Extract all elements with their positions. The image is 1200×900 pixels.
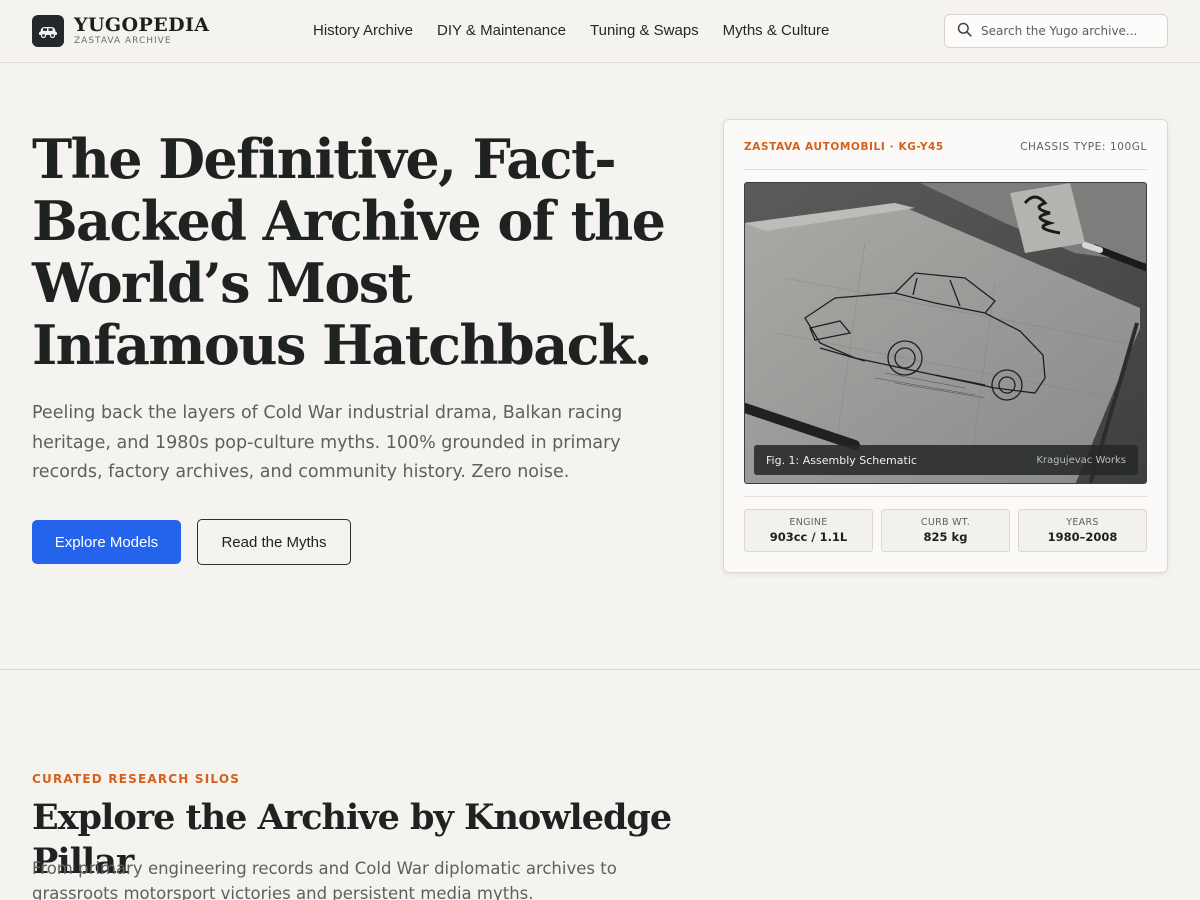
main-nav: History Archive DIY & Maintenance Tuning…	[313, 21, 853, 41]
caption-title: Fig. 1: Assembly Schematic	[766, 453, 917, 467]
assembly-schematic-image: Fig. 1: Assembly Schematic Kragujevac Wo…	[744, 182, 1147, 484]
brand-name: YUGOPEDIA	[74, 13, 210, 36]
search-input[interactable]	[981, 24, 1161, 38]
search-box[interactable]	[944, 14, 1168, 48]
spec-label: CURB WT.	[920, 517, 971, 528]
car-icon	[32, 15, 64, 47]
hero-description: Peeling back the layers of Cold War indu…	[32, 403, 623, 482]
spec-engine: ENGINE 903cc / 1.1L	[744, 509, 873, 552]
brand-tagline: ZASTAVA ARCHIVE	[74, 35, 172, 46]
spec-list: ENGINE 903cc / 1.1L CURB WT. 825 kg YEAR…	[744, 509, 1147, 552]
card-divider	[744, 169, 1147, 170]
top-navbar: YUGOPEDIA ZASTAVA ARCHIVE History Archiv…	[0, 0, 1200, 63]
card-maker-label: ZASTAVA AUTOMOBILI · KG-Y45	[744, 141, 944, 153]
nav-tuning-swaps[interactable]: Tuning & Swaps	[590, 21, 699, 41]
search-icon	[957, 22, 972, 41]
nav-history-archive[interactable]: History Archive	[313, 21, 413, 41]
figure-caption: Fig. 1: Assembly Schematic Kragujevac Wo…	[754, 445, 1138, 475]
brand-link[interactable]: YUGOPEDIA ZASTAVA ARCHIVE	[32, 15, 209, 47]
nav-myths-culture[interactable]: Myths & Culture	[723, 21, 830, 41]
explore-models-button[interactable]: Explore Models	[32, 520, 181, 564]
card-chassis-label: CHASSIS TYPE: 100GL	[1020, 141, 1147, 153]
section-eyebrow: CURATED RESEARCH SILOS	[32, 772, 241, 786]
hero-title: The Definitive, Fact-Backed Archive of t…	[32, 127, 666, 377]
nav-diy-maintenance[interactable]: DIY & Maintenance	[437, 21, 566, 41]
spec-value: 825 kg	[923, 530, 968, 544]
spec-label: YEARS	[1066, 517, 1099, 528]
spec-value: 1980–2008	[1047, 530, 1118, 544]
spec-value: 903cc / 1.1L	[769, 530, 848, 544]
section-divider	[0, 669, 1200, 670]
spec-card: ZASTAVA AUTOMOBILI · KG-Y45 CHASSIS TYPE…	[723, 119, 1168, 573]
card-divider	[744, 496, 1147, 497]
caption-credit: Kragujevac Works	[1036, 454, 1126, 466]
spec-years: YEARS 1980–2008	[1018, 509, 1147, 552]
read-myths-button[interactable]: Read the Myths	[197, 519, 351, 565]
section-description: From primary engineering records and Col…	[32, 859, 617, 900]
spec-label: ENGINE	[789, 517, 828, 528]
spec-curb-weight: CURB WT. 825 kg	[881, 509, 1010, 552]
